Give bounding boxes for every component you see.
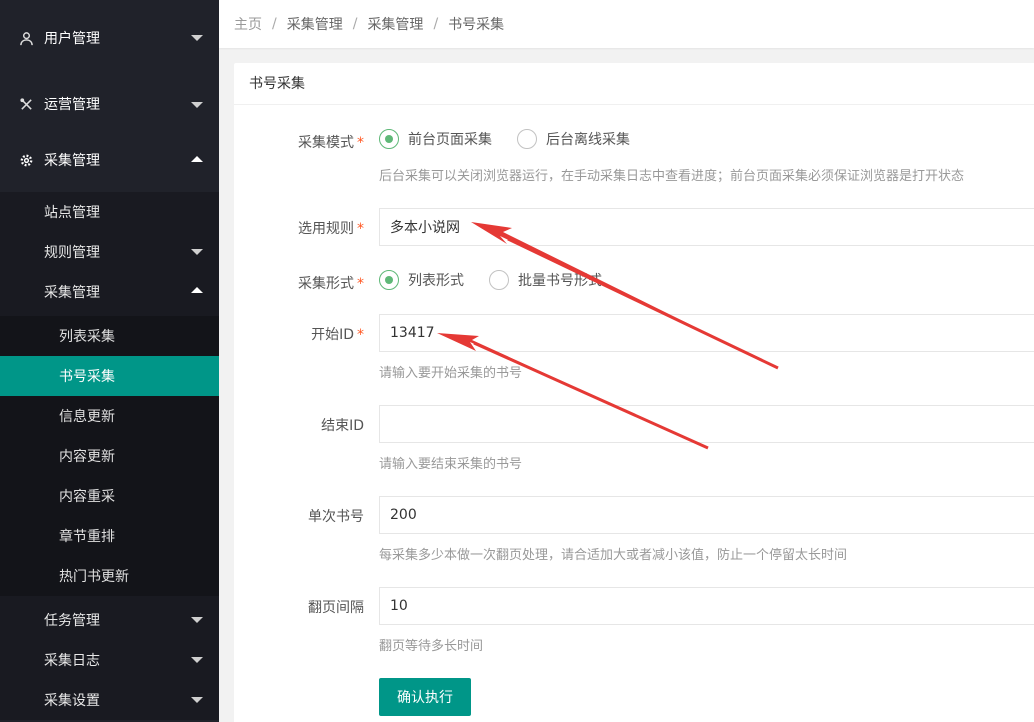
sidebar-item-label: 章节重排 xyxy=(59,529,115,545)
sidebar-item-collect-log[interactable]: 采集日志 xyxy=(0,640,219,680)
form-card: 书号采集 采集模式 * 前台页面采集 后台离线采集 后台采集可以关闭浏览器运行，在… xyxy=(234,63,1034,722)
sidebar-item-chapter-reorder[interactable]: 章节重排 xyxy=(0,516,219,556)
end-id-input[interactable] xyxy=(379,405,1034,443)
interval-label: 翻页间隔 xyxy=(308,600,364,616)
mode-label-text: 采集模式 xyxy=(298,135,354,151)
radio-label: 批量书号形式 xyxy=(518,273,602,289)
required-mark: * xyxy=(357,276,364,292)
main-content: 主页 / 采集管理 / 采集管理 / 书号采集 书号采集 采集模式 * 前台页面采… xyxy=(219,0,1034,722)
sidebar-item-collect[interactable]: 采集管理 xyxy=(0,132,219,188)
format-label-text: 采集形式 xyxy=(298,276,354,292)
sidebar-item-operations[interactable]: 运营管理 xyxy=(0,76,219,132)
chevron-down-icon xyxy=(191,102,203,108)
sidebar-item-site-management[interactable]: 站点管理 xyxy=(0,192,219,232)
sidebar-item-book-id-collect[interactable]: 书号采集 xyxy=(0,356,219,396)
breadcrumb: 主页 / 采集管理 / 采集管理 / 书号采集 xyxy=(219,0,1034,48)
start-id-label-text: 开始ID xyxy=(311,327,354,343)
chevron-up-icon xyxy=(191,156,203,162)
sidebar-item-content-recollect[interactable]: 内容重采 xyxy=(0,476,219,516)
sidebar-subsubmenu: 列表采集 书号采集 信息更新 内容更新 内容重采 章节重排 热门书更新 xyxy=(0,316,219,596)
radio-label: 前台页面采集 xyxy=(408,132,492,148)
sidebar-item-label: 采集管理 xyxy=(44,153,100,169)
sidebar-item-user-management[interactable]: 用户管理 xyxy=(0,0,219,76)
sidebar-item-label: 采集日志 xyxy=(44,653,100,669)
sidebar-item-label: 列表采集 xyxy=(59,329,115,345)
radio-unchecked-icon xyxy=(517,129,537,149)
mode-label: 采集模式 * xyxy=(234,132,364,152)
sidebar-item-label: 内容更新 xyxy=(59,449,115,465)
start-id-hint: 请输入要开始采集的书号 xyxy=(379,366,523,381)
sidebar-item-label: 内容重采 xyxy=(59,489,115,505)
user-icon xyxy=(18,30,34,46)
format-radio-list[interactable]: 列表形式 xyxy=(379,270,464,290)
submit-button[interactable]: 确认执行 xyxy=(379,678,471,716)
interval-hint: 翻页等待多长时间 xyxy=(379,639,484,654)
card-title: 书号采集 xyxy=(234,63,1034,105)
sidebar-item-label: 热门书更新 xyxy=(59,569,129,585)
required-mark: * xyxy=(357,135,364,151)
sidebar-submenu: 站点管理 规则管理 采集管理 列表采集 书号采集 信息更新 内容更新 内容重采 … xyxy=(0,192,219,720)
chevron-down-icon xyxy=(191,249,203,255)
interval-input[interactable] xyxy=(379,587,1034,625)
sidebar-item-label: 规则管理 xyxy=(44,245,100,261)
sidebar-item-list-collect[interactable]: 列表采集 xyxy=(0,316,219,356)
sidebar-item-label: 书号采集 xyxy=(59,369,115,385)
chevron-up-icon xyxy=(191,287,203,293)
chevron-down-icon xyxy=(191,617,203,623)
start-id-label: 开始ID * xyxy=(234,324,364,344)
breadcrumb-item[interactable]: 采集管理 xyxy=(367,14,423,34)
radio-unchecked-icon xyxy=(489,270,509,290)
rule-select[interactable] xyxy=(379,208,1034,246)
breadcrumb-separator: / xyxy=(272,16,277,32)
sidebar-item-collect-settings[interactable]: 采集设置 xyxy=(0,680,219,720)
breadcrumb-current: 书号采集 xyxy=(448,17,505,33)
sidebar-item-task-management[interactable]: 任务管理 xyxy=(0,600,219,640)
breadcrumb-separator: / xyxy=(433,16,439,32)
chevron-down-icon xyxy=(191,697,203,703)
format-label: 采集形式 * xyxy=(234,273,364,293)
required-mark: * xyxy=(357,327,364,343)
breadcrumb-home[interactable]: 主页 xyxy=(234,14,262,34)
sidebar-item-label: 运营管理 xyxy=(44,97,100,113)
radio-label: 后台离线采集 xyxy=(546,132,630,148)
rule-label: 选用规则 * xyxy=(234,218,364,238)
mode-radio-frontend[interactable]: 前台页面采集 xyxy=(379,129,492,149)
sidebar-item-info-update[interactable]: 信息更新 xyxy=(0,396,219,436)
sidebar-item-hot-book-update[interactable]: 热门书更新 xyxy=(0,556,219,596)
sidebar-item-label: 用户管理 xyxy=(44,31,100,47)
start-id-input[interactable] xyxy=(379,314,1034,352)
mode-radio-backend[interactable]: 后台离线采集 xyxy=(517,129,630,149)
format-radio-batch[interactable]: 批量书号形式 xyxy=(489,270,602,290)
sidebar-item-label: 站点管理 xyxy=(44,205,100,221)
breadcrumb-item[interactable]: 采集管理 xyxy=(287,14,343,34)
tools-icon xyxy=(18,96,34,112)
required-mark: * xyxy=(357,221,364,237)
sidebar-item-label: 任务管理 xyxy=(44,613,100,629)
radio-label: 列表形式 xyxy=(408,273,464,289)
sidebar-item-label: 采集管理 xyxy=(44,285,100,301)
breadcrumb-separator: / xyxy=(352,16,358,32)
sidebar-item-rule-management[interactable]: 规则管理 xyxy=(0,232,219,272)
radio-checked-icon xyxy=(379,129,399,149)
batch-label: 单次书号 xyxy=(308,509,364,525)
sidebar: 用户管理 运营管理 采集管理 站点管理 规则管理 采集管理 列表采集 书号采集 xyxy=(0,0,219,722)
end-id-hint: 请输入要结束采集的书号 xyxy=(379,457,523,472)
sidebar-item-collect-management[interactable]: 采集管理 xyxy=(0,272,219,312)
mode-hint: 后台采集可以关闭浏览器运行，在手动采集日志中查看进度；前台页面采集必须保证浏览器… xyxy=(379,169,965,184)
sidebar-item-label: 信息更新 xyxy=(59,409,115,425)
chevron-down-icon xyxy=(191,657,203,663)
sidebar-item-content-update[interactable]: 内容更新 xyxy=(0,436,219,476)
sidebar-item-label: 采集设置 xyxy=(44,693,100,709)
end-id-label: 结束ID xyxy=(321,418,364,434)
radio-checked-icon xyxy=(379,270,399,290)
chevron-down-icon xyxy=(191,35,203,41)
batch-hint: 每采集多少本做一次翻页处理，请合适加大或者减小该值，防止一个停留太长时间 xyxy=(379,548,848,563)
batch-input[interactable] xyxy=(379,496,1034,534)
rule-label-text: 选用规则 xyxy=(298,221,354,237)
gear-icon xyxy=(18,152,34,168)
